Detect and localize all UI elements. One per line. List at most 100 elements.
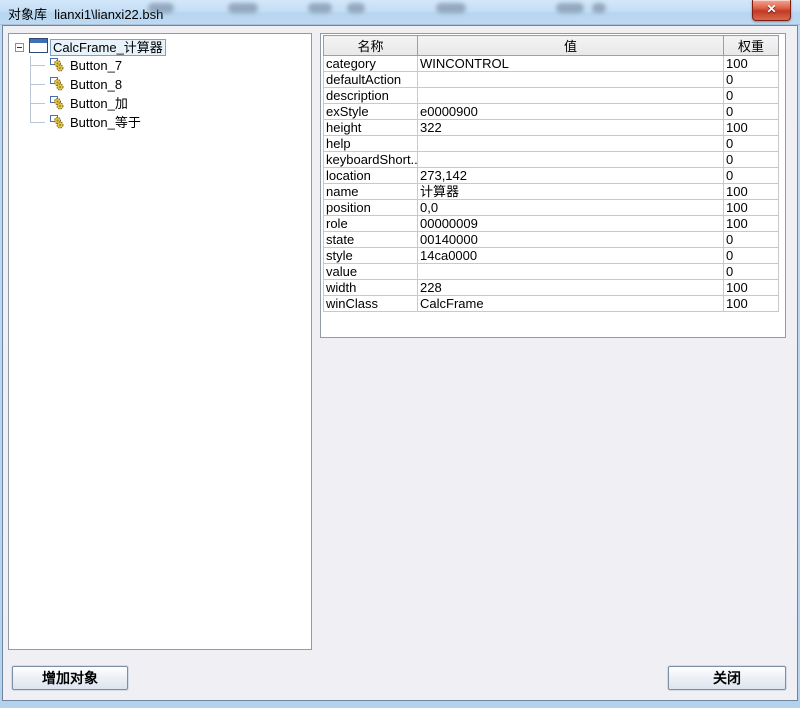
property-value-cell[interactable]: e0000900 xyxy=(418,104,724,120)
table-row[interactable]: value 0 xyxy=(324,264,779,280)
property-value-cell[interactable]: 计算器 xyxy=(418,184,724,200)
property-table-panel[interactable]: 名称 值 权重 categoryWINCONTROL100defaultActi… xyxy=(320,33,786,338)
property-name-cell[interactable]: role xyxy=(324,216,418,232)
property-value-cell[interactable]: WINCONTROL xyxy=(418,56,724,72)
property-weight-cell[interactable]: 0 xyxy=(724,104,779,120)
object-gears-icon xyxy=(49,56,65,75)
property-weight-cell[interactable]: 100 xyxy=(724,216,779,232)
property-weight-cell[interactable]: 0 xyxy=(724,232,779,248)
table-row[interactable]: name计算器100 xyxy=(324,184,779,200)
titlebar-glass-artifact xyxy=(556,3,584,13)
property-weight-cell[interactable]: 0 xyxy=(724,72,779,88)
property-value-cell[interactable] xyxy=(418,152,724,168)
property-weight-cell[interactable]: 100 xyxy=(724,280,779,296)
table-row[interactable]: help 0 xyxy=(324,136,779,152)
property-name-cell[interactable]: winClass xyxy=(324,296,418,312)
property-value-cell[interactable]: 14ca0000 xyxy=(418,248,724,264)
property-name-cell[interactable]: description xyxy=(324,88,418,104)
titlebar-glass-artifact xyxy=(592,3,606,13)
tree-item-label: Button_7 xyxy=(70,58,122,74)
table-header-row: 名称 值 权重 xyxy=(324,36,779,56)
column-header-value[interactable]: 值 xyxy=(418,36,724,56)
property-weight-cell[interactable]: 0 xyxy=(724,88,779,104)
tree-root-label-selected[interactable]: CalcFrame_计算器 xyxy=(50,39,166,56)
property-weight-cell[interactable]: 100 xyxy=(724,56,779,72)
property-name-cell[interactable]: width xyxy=(324,280,418,296)
table-row[interactable]: winClassCalcFrame100 xyxy=(324,296,779,312)
tree-item-root[interactable]: CalcFrame_计算器 xyxy=(9,38,311,56)
tree-item-label: Button_8 xyxy=(70,77,122,93)
table-row[interactable]: categoryWINCONTROL100 xyxy=(324,56,779,72)
property-name-cell[interactable]: value xyxy=(324,264,418,280)
table-row[interactable]: defaultAction 0 xyxy=(324,72,779,88)
property-value-cell[interactable] xyxy=(418,88,724,104)
table-row[interactable]: state001400000 xyxy=(324,232,779,248)
titlebar-glass-artifact xyxy=(436,3,466,13)
close-window-button[interactable]: ✕ xyxy=(752,0,791,21)
property-value-cell[interactable] xyxy=(418,264,724,280)
table-row[interactable]: style14ca00000 xyxy=(324,248,779,264)
property-name-cell[interactable]: state xyxy=(324,232,418,248)
dialog-body: CalcFrame_计算器 Button_7 Button_8 Button_加… xyxy=(2,25,798,701)
property-weight-cell[interactable]: 0 xyxy=(724,152,779,168)
add-object-button-label: 增加对象 xyxy=(42,668,98,688)
object-gears-icon xyxy=(49,94,65,113)
property-weight-cell[interactable]: 100 xyxy=(724,296,779,312)
tree-item-Button_加[interactable]: Button_加 xyxy=(9,94,311,113)
table-row[interactable]: role00000009100 xyxy=(324,216,779,232)
property-name-cell[interactable]: location xyxy=(324,168,418,184)
close-dialog-button-label: 关闭 xyxy=(713,668,741,688)
property-table: 名称 值 权重 categoryWINCONTROL100defaultActi… xyxy=(323,35,779,312)
property-weight-cell[interactable]: 0 xyxy=(724,248,779,264)
titlebar-glass-artifact xyxy=(308,3,332,13)
object-tree-panel[interactable]: CalcFrame_计算器 Button_7 Button_8 Button_加… xyxy=(8,33,312,650)
tree-item-label: Button_等于 xyxy=(70,115,141,131)
property-weight-cell[interactable]: 100 xyxy=(724,120,779,136)
table-row[interactable]: width228100 xyxy=(324,280,779,296)
property-weight-cell[interactable]: 0 xyxy=(724,168,779,184)
property-name-cell[interactable]: keyboardShort... xyxy=(324,152,418,168)
table-row[interactable]: exStylee00009000 xyxy=(324,104,779,120)
tree-item-Button_7[interactable]: Button_7 xyxy=(9,56,311,75)
property-name-cell[interactable]: name xyxy=(324,184,418,200)
property-table-body: categoryWINCONTROL100defaultAction0descr… xyxy=(324,56,779,312)
property-weight-cell[interactable]: 0 xyxy=(724,136,779,152)
window-frame-icon xyxy=(29,38,48,56)
object-gears-icon xyxy=(49,75,65,94)
titlebar[interactable]: 对象库 lianxi1\lianxi22.bsh xyxy=(0,0,800,25)
property-name-cell[interactable]: category xyxy=(324,56,418,72)
object-gears-icon xyxy=(49,113,65,132)
table-row[interactable]: description 0 xyxy=(324,88,779,104)
column-header-weight[interactable]: 权重 xyxy=(724,36,779,56)
property-value-cell[interactable]: CalcFrame xyxy=(418,296,724,312)
property-value-cell[interactable]: 273,142 xyxy=(418,168,724,184)
table-row[interactable]: location273,1420 xyxy=(324,168,779,184)
property-weight-cell[interactable]: 100 xyxy=(724,200,779,216)
property-name-cell[interactable]: defaultAction xyxy=(324,72,418,88)
property-value-cell[interactable] xyxy=(418,72,724,88)
add-object-button[interactable]: 增加对象 xyxy=(12,666,128,690)
property-name-cell[interactable]: help xyxy=(324,136,418,152)
property-weight-cell[interactable]: 0 xyxy=(724,264,779,280)
property-value-cell[interactable]: 00000009 xyxy=(418,216,724,232)
tree-item-label: Button_加 xyxy=(70,96,128,112)
table-row[interactable]: height322100 xyxy=(324,120,779,136)
tree-item-Button_等于[interactable]: Button_等于 xyxy=(9,113,311,132)
table-row[interactable]: position0,0100 xyxy=(324,200,779,216)
collapse-expander-icon[interactable] xyxy=(15,43,24,52)
property-value-cell[interactable] xyxy=(418,136,724,152)
property-value-cell[interactable]: 00140000 xyxy=(418,232,724,248)
tree-item-Button_8[interactable]: Button_8 xyxy=(9,75,311,94)
column-header-name[interactable]: 名称 xyxy=(324,36,418,56)
table-row[interactable]: keyboardShort... 0 xyxy=(324,152,779,168)
property-name-cell[interactable]: height xyxy=(324,120,418,136)
property-name-cell[interactable]: exStyle xyxy=(324,104,418,120)
close-dialog-button[interactable]: 关闭 xyxy=(668,666,786,690)
property-name-cell[interactable]: position xyxy=(324,200,418,216)
property-value-cell[interactable]: 0,0 xyxy=(418,200,724,216)
tree-children: Button_7 Button_8 Button_加 Button_等于 xyxy=(9,56,311,132)
property-value-cell[interactable]: 228 xyxy=(418,280,724,296)
property-weight-cell[interactable]: 100 xyxy=(724,184,779,200)
property-value-cell[interactable]: 322 xyxy=(418,120,724,136)
property-name-cell[interactable]: style xyxy=(324,248,418,264)
